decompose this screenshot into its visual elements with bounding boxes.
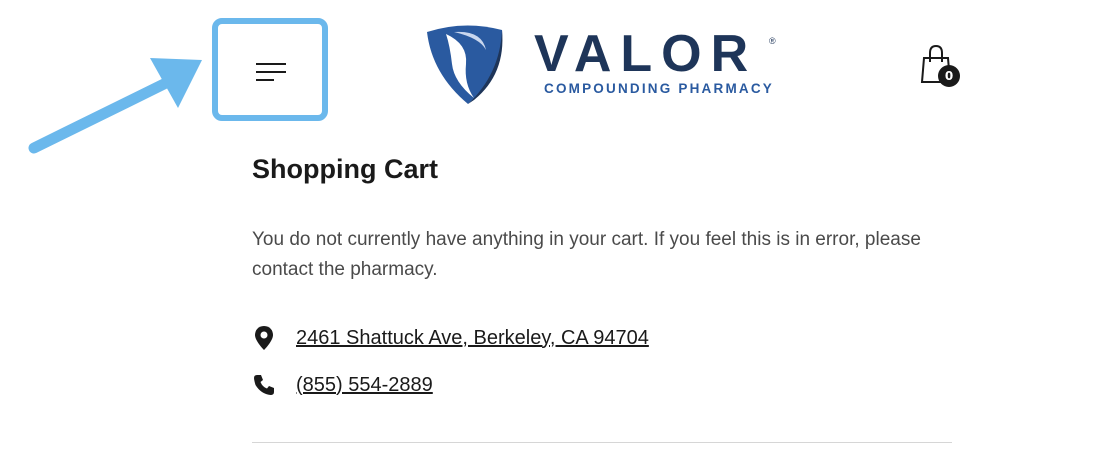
annotation-arrow [28,58,202,154]
registered-mark: ® [769,36,776,46]
page-title: Shopping Cart [252,154,438,184]
phone-link[interactable]: (855) 554-2889 [296,374,433,397]
menu-icon [256,63,286,81]
cart-count-badge: 0 [938,65,960,87]
shield-logo-icon [427,25,503,104]
cart-button[interactable]: 0 [920,44,964,88]
divider [252,442,952,443]
logo-wordmark: VALOR [534,25,758,83]
logo-tagline: COMPOUNDING PHARMACY [544,81,775,96]
address-row: 2461 Shattuck Ave, Berkeley, CA 94704 [252,325,649,351]
address-link[interactable]: 2461 Shattuck Ave, Berkeley, CA 94704 [296,327,649,350]
brand-logo[interactable]: VALOR ® COMPOUNDING PHARMACY [424,24,784,106]
menu-button[interactable] [212,18,328,121]
empty-cart-message: You do not currently have anything in yo… [252,229,921,280]
phone-icon [254,375,274,395]
phone-row: (855) 554-2889 [252,373,433,397]
location-pin-icon [255,326,273,350]
